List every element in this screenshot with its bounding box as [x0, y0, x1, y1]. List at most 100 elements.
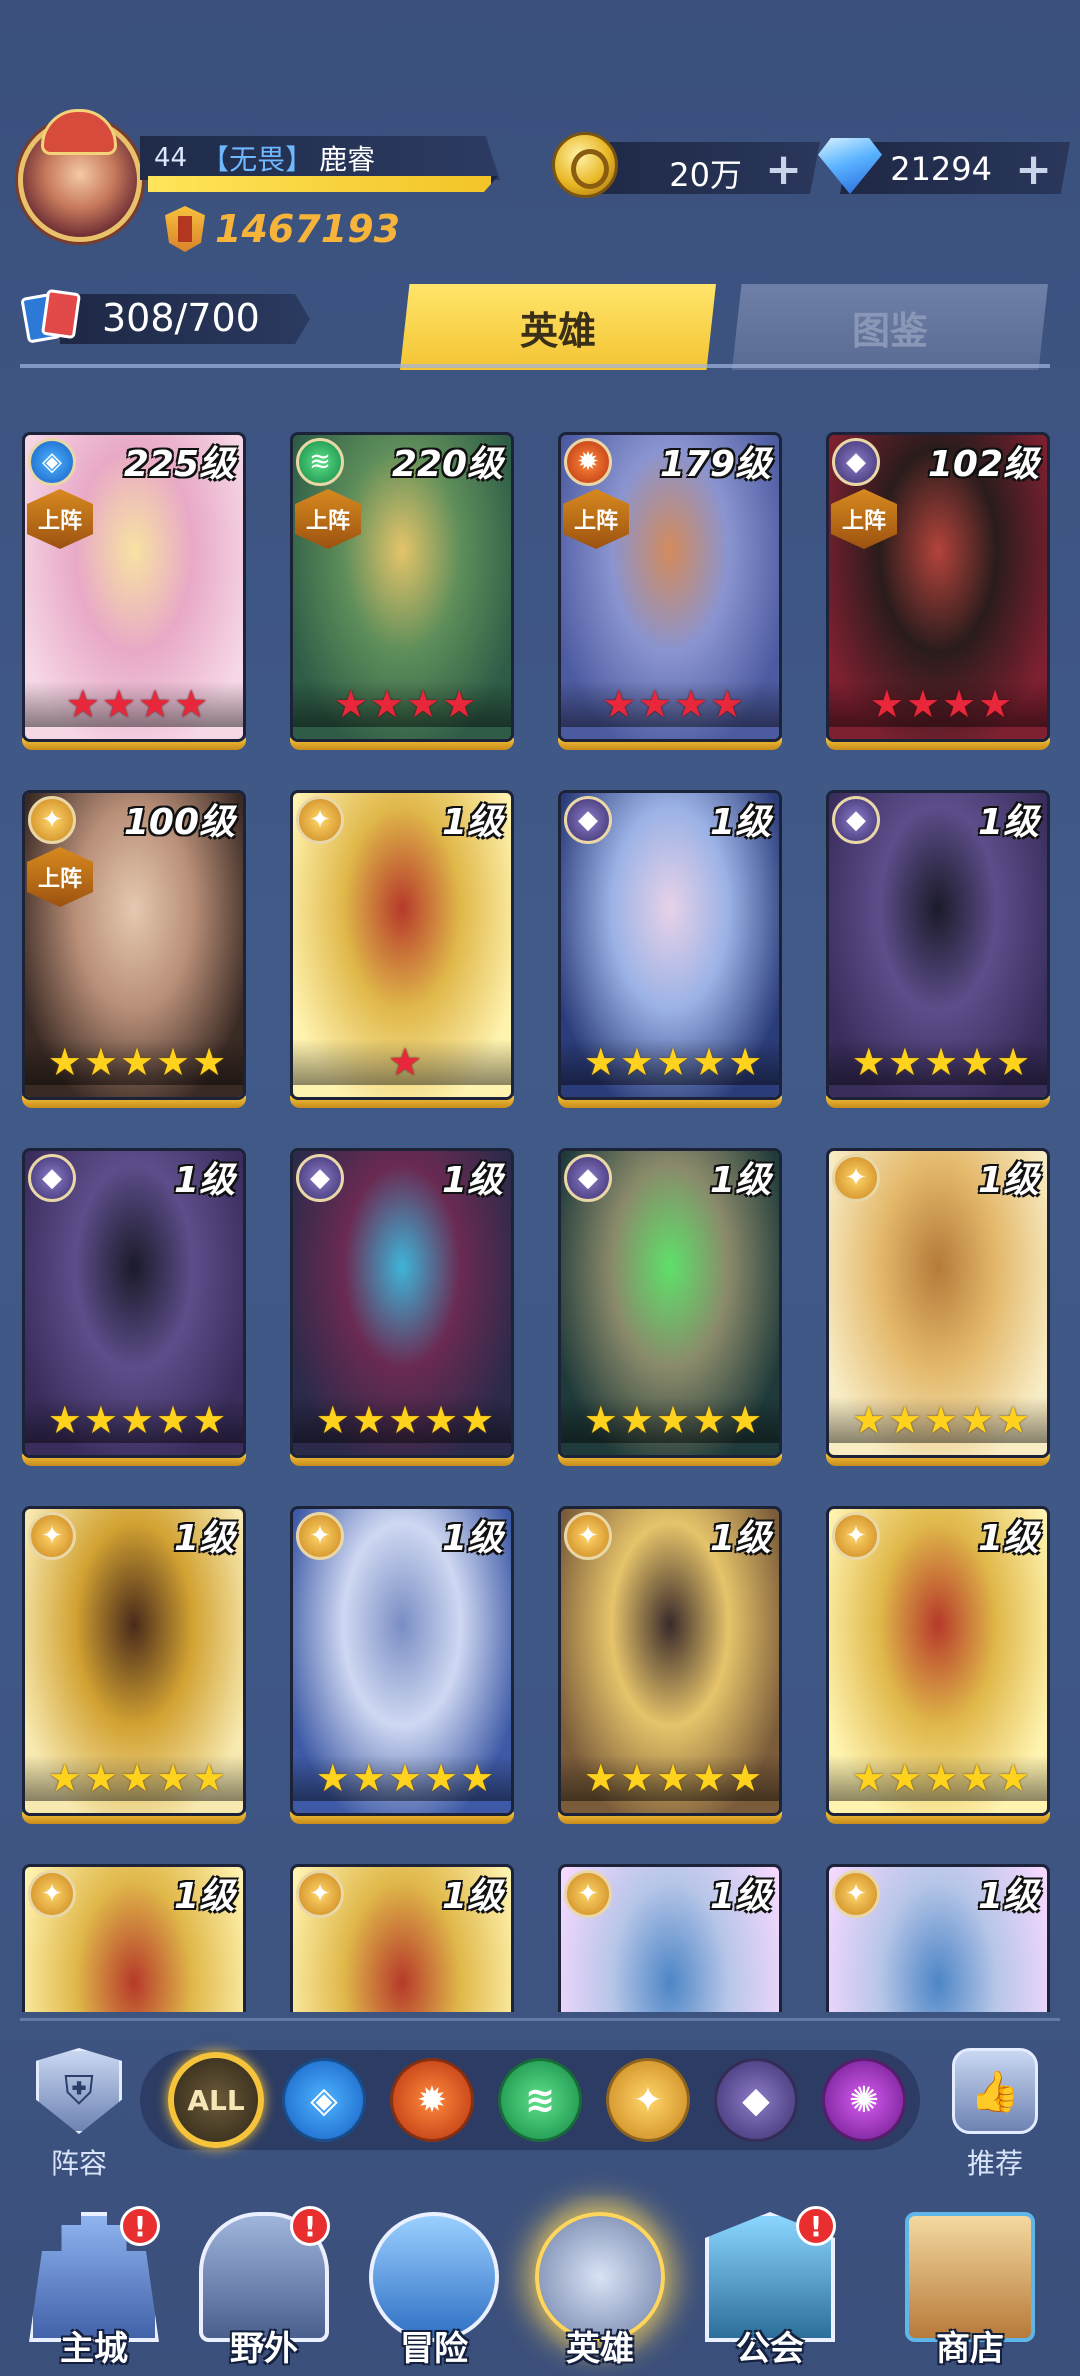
star-icon: ★ — [83, 1756, 118, 1800]
star-icon: ★ — [923, 1398, 959, 1442]
star-icon: ★ — [47, 1756, 82, 1800]
star-icon: ★ — [637, 682, 672, 726]
nav-label: 冒险 — [400, 2329, 468, 2369]
star-icon: ★ — [905, 682, 940, 726]
hero-level: 225级 — [123, 444, 235, 485]
hero-card[interactable]: ✦1级★★★★★ — [558, 1864, 782, 2012]
star-icon: ★ — [192, 1756, 227, 1800]
combat-power: 1467193 — [165, 206, 400, 252]
nav-item-castle[interactable]: 主城! — [14, 2196, 174, 2376]
hero-cards-icon — [20, 287, 82, 349]
hero-card[interactable]: ◆ 102级 上阵 ★ ★ ★ ★ — [826, 432, 1050, 750]
hero-card[interactable]: ◆ 1级 ★ ★ ★ ★ ★ — [290, 1148, 514, 1466]
nav-item-guild[interactable]: 公会! — [690, 2196, 850, 2376]
filter-light-button[interactable]: ✦ — [606, 2058, 690, 2142]
tab-divider — [20, 364, 1050, 368]
hero-card[interactable]: ✦1级★★★★★ — [826, 1864, 1050, 2012]
nav-item-portal[interactable]: 野外! — [184, 2196, 344, 2376]
star-icon: ★ — [387, 1040, 423, 1084]
star-icon: ★ — [601, 682, 636, 726]
dark-faction-icon: ◆ — [28, 1154, 76, 1202]
player-guild-tag: 【无畏】 — [201, 143, 314, 176]
star-icon: ★ — [619, 1040, 654, 1084]
alert-badge-icon: ! — [290, 2206, 330, 2246]
player-avatar[interactable] — [18, 109, 142, 242]
hero-card[interactable]: ✦ 1级 ★ — [290, 790, 514, 1108]
nav-item-trident[interactable]: 冒险 — [354, 2196, 514, 2376]
nav-label: 公会 — [736, 2329, 804, 2369]
hero-card[interactable]: ◆ 1级 ★ ★ ★ ★ ★ — [22, 1148, 246, 1466]
star-icon: ★ — [996, 1040, 1031, 1084]
hero-card[interactable]: ≋ 220级 上阵 ★ ★ ★ ★ — [290, 432, 514, 750]
star-icon: ★ — [460, 1398, 495, 1442]
star-icon: ★ — [583, 1040, 618, 1084]
hero-stars: ★ ★ ★ ★ ★ — [293, 1755, 511, 1801]
hero-portrait-frame: ✦1级★★★★★ — [22, 1506, 246, 1816]
hero-card[interactable]: ✹ 179级 上阵 ★ ★ ★ ★ — [558, 432, 782, 750]
star-icon: ★ — [119, 1756, 155, 1800]
star-icon: ★ — [351, 1398, 386, 1442]
hero-level: 1级 — [977, 1518, 1039, 1559]
hero-card[interactable]: ◆ 1级 ★ ★ ★ ★ ★ — [826, 790, 1050, 1108]
player-name: 鹿睿 — [319, 143, 376, 176]
xp-bar-fill — [148, 176, 491, 192]
gem-value: 21294 — [890, 150, 992, 188]
hero-level: 1级 — [173, 1518, 235, 1559]
hero-card[interactable]: ◈ 225级 上阵 ★ ★ ★ ★ — [22, 432, 246, 750]
hero-card[interactable]: ◆ 1级 ★ ★ ★ ★ ★ — [558, 790, 782, 1108]
lineup-label: 阵容 — [50, 2147, 107, 2180]
star-icon: ★ — [460, 1756, 495, 1800]
star-icon: ★ — [583, 1398, 618, 1442]
hero-level: 1级 — [977, 1876, 1039, 1917]
hero-level: 1级 — [173, 1160, 235, 1201]
hero-card[interactable]: ✦1级★★★★★ — [22, 1506, 246, 1824]
filter-all-button[interactable]: ALL — [168, 2052, 264, 2148]
hero-stars: ★ ★ ★ ★ ★ — [829, 1755, 1047, 1801]
hero-card[interactable]: ✦1级★★★★★ — [558, 1506, 782, 1824]
hero-stars: ★ ★ ★ ★ ★ — [829, 1039, 1047, 1085]
hero-card[interactable]: ✦1级★★★★★ — [826, 1506, 1050, 1824]
nav-item-shop[interactable]: 商店 — [890, 2196, 1050, 2376]
hero-card[interactable]: ✦1级★★★★★ — [826, 1148, 1050, 1466]
filter-fire-button[interactable]: ✹ — [390, 2058, 474, 2142]
hero-portrait-frame: ✦ 100级 上阵 ★ ★ ★ ★ ★ — [22, 790, 246, 1100]
light-faction-icon: ✦ — [832, 1154, 880, 1202]
star-icon: ★ — [156, 1040, 191, 1084]
star-icon: ★ — [655, 1756, 691, 1800]
star-icon: ★ — [387, 1398, 423, 1442]
star-icon: ★ — [156, 1398, 191, 1442]
add-gem-button[interactable]: + — [1015, 144, 1052, 194]
hero-card[interactable]: ◆ 1级 ★ ★ ★ ★ ★ — [558, 1148, 782, 1466]
star-icon: ★ — [442, 682, 477, 726]
light-faction-icon: ✦ — [28, 1512, 76, 1560]
recommend-button[interactable]: 👍 推荐 — [940, 2048, 1050, 2188]
star-icon: ★ — [47, 1040, 82, 1084]
light-faction-icon: ✦ — [564, 1512, 612, 1560]
star-icon: ★ — [387, 1756, 423, 1800]
tab-codex[interactable]: 图鉴 — [732, 284, 1048, 370]
filter-wind-button[interactable]: ≋ — [498, 2058, 582, 2142]
nav-item-helmet[interactable]: 英雄 — [520, 2196, 680, 2376]
player-info-bar[interactable]: 44 【无畏】 鹿睿 — [140, 136, 500, 180]
hero-card[interactable]: ✦1级★★★★★ — [290, 1864, 514, 2012]
hero-portrait-frame: ◆ 102级 上阵 ★ ★ ★ ★ — [826, 432, 1050, 742]
light-faction-icon: ✦ — [28, 796, 76, 844]
filter-dark-button[interactable]: ◆ — [714, 2058, 798, 2142]
hero-card[interactable]: ✦1级★★★★★ — [22, 1864, 246, 2012]
hero-portrait-frame: ✦1级★★★★★ — [290, 1506, 514, 1816]
star-icon: ★ — [692, 1756, 727, 1800]
star-icon: ★ — [83, 1398, 118, 1442]
top-header: 44 【无畏】 鹿睿 1467193 20万 + 21294 + 308/700… — [0, 0, 1080, 380]
hero-card[interactable]: ✦1级★★★★★ — [290, 1506, 514, 1824]
star-icon: ★ — [960, 1756, 995, 1800]
filter-water-button[interactable]: ◈ — [282, 2058, 366, 2142]
filter-void-button[interactable]: ✺ — [822, 2058, 906, 2142]
star-icon: ★ — [65, 682, 100, 726]
power-icon — [165, 206, 205, 252]
light-faction-icon: ✦ — [296, 796, 344, 844]
add-gold-button[interactable]: + — [765, 144, 802, 194]
hero-card[interactable]: ✦ 100级 上阵 ★ ★ ★ ★ ★ — [22, 790, 246, 1108]
lineup-button[interactable]: ⛨ 阵容 — [24, 2048, 134, 2188]
tab-heroes[interactable]: 英雄 — [400, 284, 716, 370]
star-icon: ★ — [192, 1040, 227, 1084]
